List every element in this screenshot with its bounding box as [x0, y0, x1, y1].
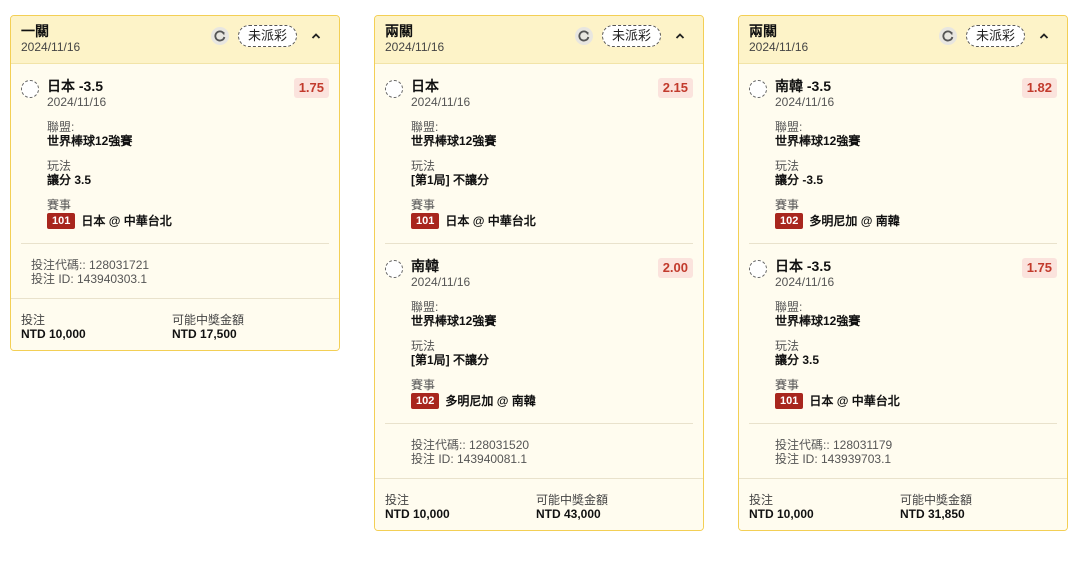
selection-date: 2024/11/16 [775, 275, 835, 289]
card-footer: 投注 NTD 10,000 可能中獎金額 NTD 31,850 [739, 478, 1067, 530]
bet-meta: 投注代碼:: 128031179 投注 ID: 143939703.1 [749, 423, 1057, 478]
chevron-up-icon[interactable] [669, 25, 691, 47]
bet-selection: 2.00 南韓 2024/11/16 聯盟: 世界棒球12強賽 玩法 [第1局]… [385, 244, 693, 423]
payout-value: NTD 31,850 [900, 507, 965, 521]
play-label: 玩法 [47, 159, 72, 173]
event-number-badge: 102 [411, 393, 440, 409]
payout-label: 可能中獎金額 [536, 493, 609, 507]
event-number-badge: 102 [775, 213, 804, 229]
league-label: 聯盟: [775, 120, 803, 134]
event-value: 日本 @ 中華台北 [809, 393, 900, 408]
bet-id: 投注 ID: 143939703.1 [775, 452, 892, 466]
bet-code: 投注代碼:: 128031179 [775, 438, 893, 452]
selection-radio[interactable] [385, 80, 403, 98]
chevron-up-icon[interactable] [1033, 25, 1055, 47]
league-label: 聯盟: [411, 120, 439, 134]
bet-code: 投注代碼:: 128031520 [411, 438, 530, 452]
event-number-badge: 101 [411, 213, 440, 229]
event-number-badge: 101 [775, 393, 804, 409]
stake-value: NTD 10,000 [749, 507, 814, 521]
refresh-icon[interactable] [936, 25, 960, 47]
odds-badge: 2.15 [657, 78, 693, 98]
stake-label: 投注 [385, 493, 410, 507]
selection-date: 2024/11/16 [47, 95, 107, 109]
league-value: 世界棒球12強賽 [775, 134, 861, 148]
selection-title: 南韓 [411, 258, 439, 274]
event-label: 賽事 [411, 378, 436, 392]
play-label: 玩法 [775, 339, 800, 353]
refresh-icon[interactable] [208, 25, 232, 47]
stake-value: NTD 10,000 [385, 507, 450, 521]
play-label: 玩法 [411, 339, 436, 353]
payout-label: 可能中獎金額 [900, 493, 973, 507]
selection-date: 2024/11/16 [411, 275, 471, 289]
stake-value: NTD 10,000 [21, 327, 86, 341]
chevron-up-icon[interactable] [305, 25, 327, 47]
play-value: [第1局] 不讓分 [411, 173, 490, 187]
status-badge: 未派彩 [601, 25, 661, 47]
odds-badge: 1.75 [1021, 258, 1057, 278]
stake-label: 投注 [749, 493, 774, 507]
card-header[interactable]: 兩關 2024/11/16 未派彩 [375, 16, 703, 64]
odds-badge: 2.00 [657, 258, 693, 278]
bet-meta: 投注代碼:: 128031721 投注 ID: 143940303.1 [21, 243, 329, 298]
payout-label: 可能中獎金額 [172, 313, 245, 327]
league-label: 聯盟: [47, 120, 75, 134]
league-value: 世界棒球12強賽 [411, 314, 497, 328]
selection-radio[interactable] [749, 80, 767, 98]
refresh-icon[interactable] [572, 25, 596, 47]
event-label: 賽事 [411, 198, 436, 212]
league-value: 世界棒球12強賽 [47, 134, 133, 148]
play-value: 讓分 3.5 [775, 353, 820, 367]
card-header[interactable]: 一關 2024/11/16 未派彩 [11, 16, 339, 64]
event-value: 日本 @ 中華台北 [81, 213, 172, 228]
card-header[interactable]: 兩關 2024/11/16 未派彩 [739, 16, 1067, 64]
play-label: 玩法 [411, 159, 436, 173]
event-number-badge: 101 [47, 213, 76, 229]
bet-selection: 1.75 日本 -3.5 2024/11/16 聯盟: 世界棒球12強賽 玩法 … [749, 244, 1057, 423]
league-label: 聯盟: [411, 300, 439, 314]
payout-value: NTD 43,000 [536, 507, 601, 521]
selection-date: 2024/11/16 [775, 95, 835, 109]
bet-code: 投注代碼:: 128031721 [31, 258, 150, 272]
bet-selection: 1.75 日本 -3.5 2024/11/16 聯盟: 世界棒球12強賽 玩法 … [21, 64, 329, 243]
bet-card-parlay: 兩關 2024/11/16 未派彩 2.15 日本 2024/11/16 聯盟:… [374, 15, 704, 531]
play-value: 讓分 -3.5 [775, 173, 824, 187]
bet-id: 投注 ID: 143940303.1 [31, 272, 148, 286]
bet-selection: 2.15 日本 2024/11/16 聯盟: 世界棒球12強賽 玩法 [第1局]… [385, 64, 693, 244]
bet-id: 投注 ID: 143940081.1 [411, 452, 528, 466]
stake-label: 投注 [21, 313, 46, 327]
league-label: 聯盟: [775, 300, 803, 314]
bet-card-single: 一關 2024/11/16 未派彩 1.75 日本 -3.5 2024/11/1… [10, 15, 340, 351]
selection-radio[interactable] [749, 260, 767, 278]
event-value: 多明尼加 @ 南韓 [445, 393, 536, 408]
odds-badge: 1.82 [1021, 78, 1057, 98]
selection-title: 日本 -3.5 [775, 258, 832, 274]
card-footer: 投注 NTD 10,000 可能中獎金額 NTD 17,500 [11, 298, 339, 350]
event-value: 日本 @ 中華台北 [445, 213, 536, 228]
play-value: 讓分 3.5 [47, 173, 92, 187]
selection-date: 2024/11/16 [411, 95, 471, 109]
odds-badge: 1.75 [293, 78, 329, 98]
status-badge: 未派彩 [237, 25, 297, 47]
bet-selection: 1.82 南韓 -3.5 2024/11/16 聯盟: 世界棒球12強賽 玩法 … [749, 64, 1057, 244]
selection-title: 南韓 -3.5 [775, 78, 832, 94]
event-label: 賽事 [775, 198, 800, 212]
payout-value: NTD 17,500 [172, 327, 237, 341]
event-label: 賽事 [47, 198, 72, 212]
selection-radio[interactable] [385, 260, 403, 278]
selection-radio[interactable] [21, 80, 39, 98]
event-value: 多明尼加 @ 南韓 [809, 213, 900, 228]
event-label: 賽事 [775, 378, 800, 392]
selection-title: 日本 -3.5 [47, 78, 104, 94]
bet-card-parlay: 兩關 2024/11/16 未派彩 1.82 南韓 -3.5 2024/11/1… [738, 15, 1068, 531]
selection-title: 日本 [411, 78, 439, 94]
bet-meta: 投注代碼:: 128031520 投注 ID: 143940081.1 [385, 423, 693, 478]
league-value: 世界棒球12強賽 [775, 314, 861, 328]
play-label: 玩法 [775, 159, 800, 173]
play-value: [第1局] 不讓分 [411, 353, 490, 367]
league-value: 世界棒球12強賽 [411, 134, 497, 148]
card-footer: 投注 NTD 10,000 可能中獎金額 NTD 43,000 [375, 478, 703, 530]
status-badge: 未派彩 [965, 25, 1025, 47]
